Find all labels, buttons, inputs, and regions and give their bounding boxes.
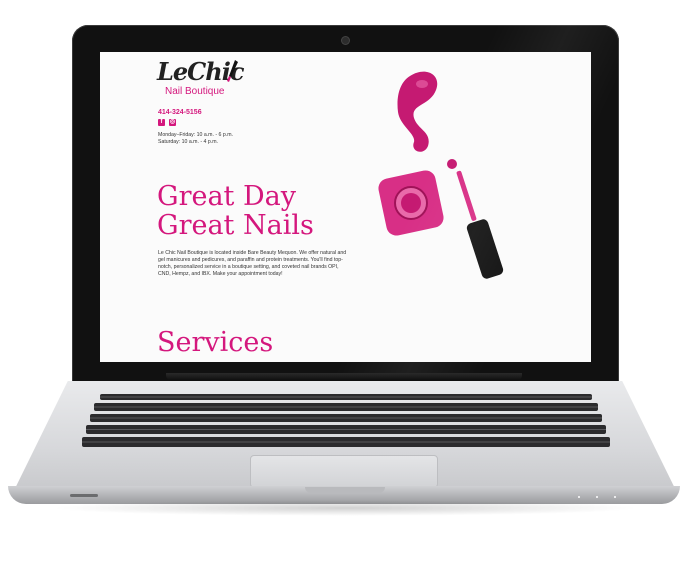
opening-hours: Monday–Friday: 10 a.m. - 6 p.m. Saturday… [158, 132, 233, 146]
lid-notch [305, 487, 385, 493]
nail-brush-icon [227, 60, 238, 82]
headline-line-2: Great Nails [157, 210, 314, 241]
nail-polish-illustration [378, 71, 504, 279]
facebook-icon[interactable]: f [158, 119, 165, 126]
logo-subtitle: Nail Boutique [165, 86, 225, 97]
indicator-dot [614, 496, 616, 498]
status-led [70, 494, 98, 497]
headline-line-1: Great Day [157, 181, 296, 212]
social-links: f ◎ [158, 119, 176, 126]
site-logo[interactable]: LeChic Nail Boutique [157, 57, 247, 101]
hours-saturday: Saturday: 10 a.m. - 4 p.m. [158, 139, 218, 145]
webcam [342, 37, 349, 44]
indicator-dot [578, 496, 580, 498]
hinge [166, 373, 522, 381]
trackpad [250, 455, 438, 488]
hours-weekday: Monday–Friday: 10 a.m. - 6 p.m. [158, 132, 233, 138]
intro-paragraph: Le Chic Nail Boutique is located inside … [158, 250, 347, 277]
laptop-mockup: LeChic Nail Boutique 414-324-5156 f ◎ Mo… [0, 0, 688, 574]
website-screen: LeChic Nail Boutique 414-324-5156 f ◎ Mo… [100, 52, 591, 362]
keyboard [82, 394, 610, 447]
hero-headline: Great Day Great Nails [157, 182, 314, 240]
services-heading: Services [157, 327, 274, 358]
phone-number[interactable]: 414-324-5156 [158, 109, 202, 116]
drop-shadow [50, 500, 640, 516]
indicator-dot [596, 496, 598, 498]
instagram-icon[interactable]: ◎ [169, 119, 176, 126]
